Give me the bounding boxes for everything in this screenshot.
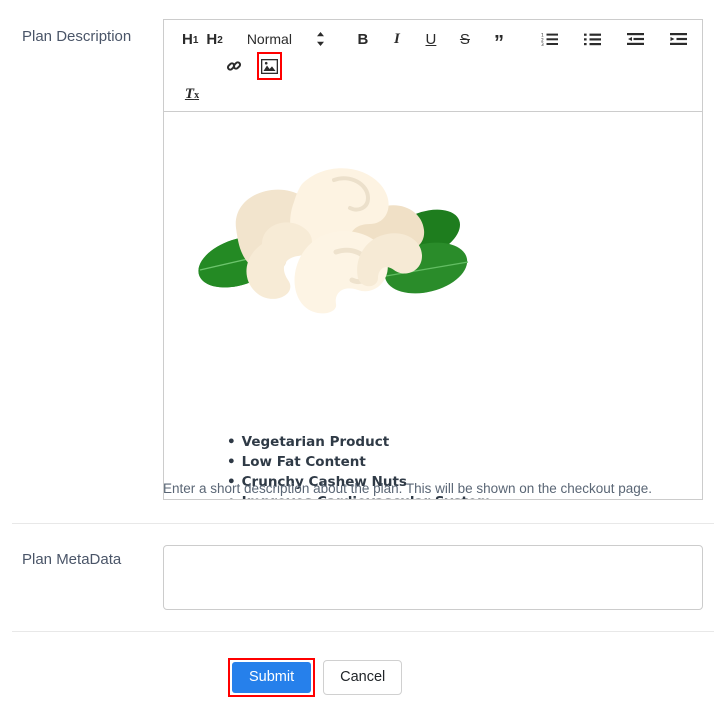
bold-button[interactable]: B [352, 26, 374, 52]
submit-button[interactable]: Submit [232, 662, 312, 693]
heading-2-subscript: 2 [217, 35, 223, 46]
heading-1-label: H [182, 30, 193, 48]
editor-document[interactable]: Vegetarian Product Low Fat Content Crunc… [164, 112, 702, 499]
bullet-list-icon [583, 33, 601, 46]
ordered-list-button[interactable]: 1 2 3 [538, 26, 561, 52]
link-icon [226, 61, 242, 71]
italic-button[interactable]: I [386, 26, 408, 52]
form-actions: Submit Cancel [228, 658, 403, 697]
outdent-button[interactable] [624, 26, 647, 52]
chevron-updown-icon[interactable] [316, 30, 325, 48]
svg-text:3: 3 [541, 42, 544, 46]
section-divider [12, 631, 714, 632]
underline-button[interactable]: U [420, 26, 442, 52]
heading-1-subscript: 1 [192, 35, 199, 46]
heading-2-button[interactable]: H2 [203, 26, 225, 52]
plan-description-help-text: Enter a short description about the plan… [163, 481, 653, 496]
indent-button[interactable] [667, 26, 690, 52]
strikethrough-button[interactable]: S [454, 26, 476, 52]
format-dropdown-value: Normal [246, 31, 292, 47]
editor-content-area[interactable]: Vegetarian Product Low Fat Content Crunc… [163, 111, 703, 500]
rich-text-editor: H1 H2 Normal B I U S ” 1 2 3 T x • Veget… [163, 19, 703, 500]
link-button[interactable] [223, 53, 245, 79]
plan-description-label: Plan Description [22, 28, 132, 45]
heading-1-button[interactable]: H1 [179, 26, 201, 52]
blockquote-button[interactable]: ” [488, 26, 510, 53]
plan-metadata-input[interactable] [163, 545, 703, 610]
editor-toolbar-row-2: Tx [178, 81, 694, 107]
submit-button-highlight: Submit [228, 658, 316, 697]
list-item: Vegetarian Product [227, 432, 491, 452]
editor-toolbar: H1 H2 Normal B I U S ” 1 2 3 T x [163, 19, 703, 111]
cancel-button[interactable]: Cancel [323, 660, 403, 695]
plan-metadata-label: Plan MetaData [22, 551, 122, 568]
clear-formatting-button[interactable]: Tx [181, 81, 203, 107]
image-icon [261, 58, 278, 74]
outdent-icon [626, 33, 644, 45]
section-divider [12, 523, 714, 524]
bullet-list-button[interactable] [581, 26, 604, 52]
cashew-nuts-image [198, 168, 469, 314]
format-dropdown[interactable]: Normal [247, 30, 325, 48]
clear-formatting-subscript: x [194, 90, 200, 101]
heading-2-label: H [206, 30, 218, 48]
list-item: Low Fat Content [227, 452, 491, 472]
clear-formatting-label: T [184, 85, 195, 102]
ordered-list-icon: 1 2 3 [541, 32, 558, 46]
insert-image-button[interactable] [257, 52, 282, 80]
indent-icon [669, 33, 687, 45]
